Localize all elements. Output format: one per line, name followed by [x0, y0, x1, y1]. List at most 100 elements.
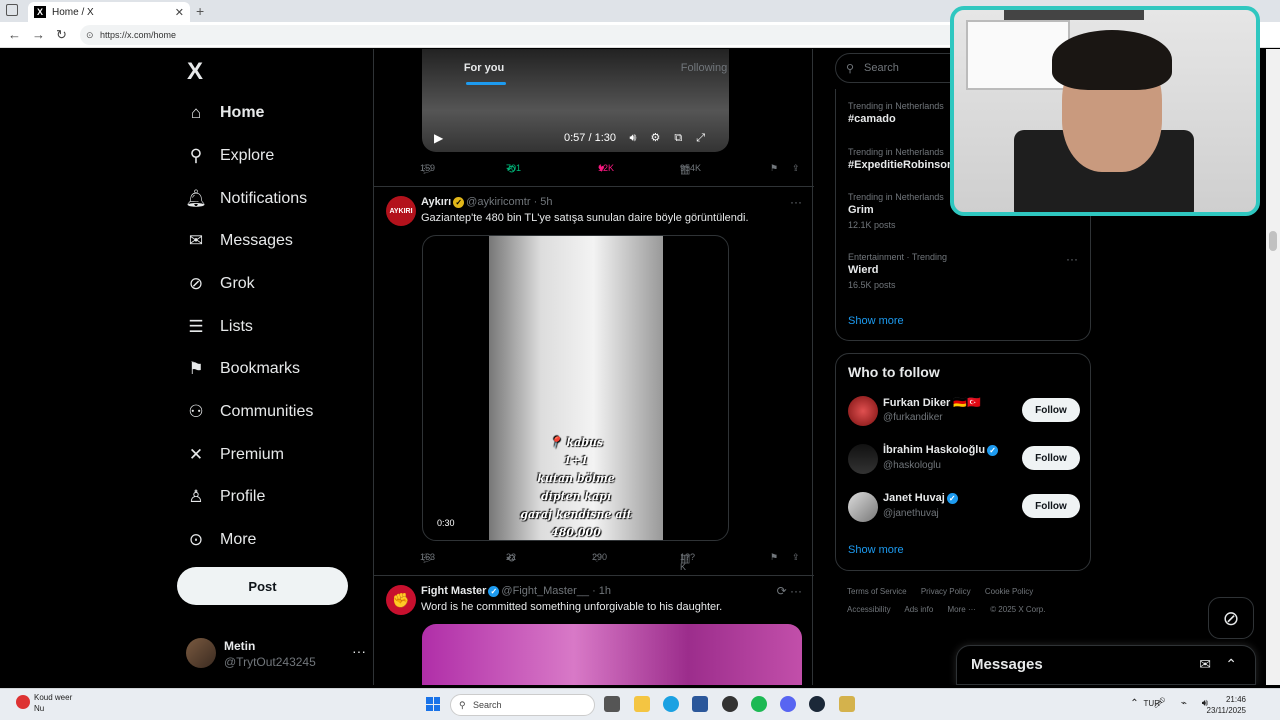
page-scrollbar[interactable] [1266, 49, 1280, 685]
video-time: 0:57 / 1:30 [564, 132, 616, 144]
video-controls: ▶ 0:57 / 1:30 🔊︎⚙⧉⤢ [422, 124, 729, 152]
weather-sub: Nu [34, 704, 45, 713]
more-dots-icon[interactable]: ··· [1066, 252, 1078, 266]
url-text: https://x.com/home [100, 30, 177, 40]
tweet-image[interactable] [422, 624, 802, 685]
search-icon: ⚲ [846, 62, 855, 75]
forward-icon[interactable]: → [32, 27, 45, 42]
trend-posts: 12.1K posts [848, 220, 896, 230]
back-icon[interactable]: ← [8, 27, 21, 42]
follow-button[interactable]: Follow [1022, 446, 1080, 470]
play-icon[interactable]: ▶ [434, 131, 443, 145]
show-more-link[interactable]: Show more [848, 315, 904, 327]
nav-lists[interactable]: ☰ Lists [186, 311, 253, 343]
nav-profile[interactable]: ♙ Profile [186, 481, 265, 513]
tweet-author[interactable]: Aykırı ✓ @aykiricomtr · 5h [421, 196, 553, 208]
nav-more[interactable]: ⊙ More [186, 524, 257, 556]
more-dots-icon[interactable]: ··· [790, 195, 802, 209]
avatar[interactable]: ✊ [386, 585, 416, 615]
share-icon[interactable]: ⇪ [792, 552, 800, 563]
follow-suggestion[interactable]: İbrahim Haskoloğlu ✓ @haskologlu Follow [848, 442, 1080, 478]
footer-link[interactable]: Privacy Policy [921, 587, 971, 596]
follow-button[interactable]: Follow [1022, 494, 1080, 518]
post-button[interactable]: Post [177, 567, 348, 605]
store-icon[interactable] [692, 696, 708, 712]
video-control-icons[interactable]: 🔊︎⚙⧉⤢ [630, 131, 719, 145]
edge-icon[interactable] [663, 696, 679, 712]
nav-label: Bookmarks [220, 360, 301, 377]
new-tab-icon[interactable]: + [196, 3, 204, 19]
app-icon[interactable] [839, 696, 855, 712]
tab-following[interactable]: Following [594, 49, 814, 87]
footer-link[interactable]: More ··· [948, 605, 976, 614]
spotify-icon[interactable] [751, 696, 767, 712]
avatar[interactable]: AYKIRI [386, 196, 416, 226]
nav-grok[interactable]: ⊘ Grok [186, 268, 255, 300]
close-tab-icon[interactable]: ✕ [175, 6, 184, 19]
nav-notifications[interactable]: 🔔︎ Notifications [185, 183, 307, 215]
app-icon[interactable] [722, 696, 738, 712]
tweet-author[interactable]: Fight Master ✓ @Fight_Master__ · 1h [421, 585, 611, 597]
panel-title: Who to follow [848, 364, 940, 380]
nav-premium[interactable]: ✕ Premium [186, 439, 284, 471]
caption-line: dipten kapı [540, 490, 612, 503]
tab-title: Home / X [52, 6, 94, 18]
nav-label: Profile [220, 488, 266, 505]
new-message-icon[interactable]: ✉ [1199, 656, 1211, 673]
window-menu-icon[interactable] [6, 4, 18, 16]
share-icon[interactable]: ⇪ [792, 163, 800, 174]
nav-home[interactable]: ⌂ Home [186, 97, 265, 129]
tweet-time: · 5h [533, 196, 553, 208]
reply-count: 163 [420, 552, 436, 562]
weather-widget[interactable]: Koud weer Nu [16, 692, 72, 714]
task-view-icon[interactable] [604, 696, 620, 712]
nav-messages[interactable]: ✉ Messages [186, 225, 293, 257]
bookmark-icon[interactable]: ⚑ [770, 163, 778, 174]
nav-label: Lists [220, 318, 253, 335]
tab-for-you[interactable]: For you [374, 49, 594, 87]
trend-posts: 16.5K posts [848, 280, 896, 290]
follow-button[interactable]: Follow [1022, 398, 1080, 422]
nav-bookmarks[interactable]: ⚑ Bookmarks [186, 353, 300, 385]
messages-drawer[interactable]: Messages ✉ ⌃ [956, 645, 1256, 685]
footer-link[interactable]: Cookie Policy [985, 587, 1033, 596]
reload-icon[interactable]: ↻ [56, 27, 67, 43]
footer-link[interactable]: Terms of Service [847, 587, 907, 596]
bookmark-icon[interactable]: ⚑ [770, 552, 778, 563]
repost-count: 22 [506, 552, 517, 562]
author-name: Fight Master [421, 585, 487, 597]
show-more-link[interactable]: Show more [848, 544, 904, 556]
site-info-icon[interactable]: ⊙ [86, 30, 94, 41]
system-tray-icons[interactable]: ⌃ 🎤︎ ⌁ 🔊︎ [1130, 698, 1214, 709]
scroll-thumb[interactable] [1269, 231, 1277, 251]
steam-icon[interactable] [809, 696, 825, 712]
search-icon: ⚲ [189, 146, 203, 165]
expand-icon[interactable]: ⌃ [1225, 656, 1237, 673]
account-switcher[interactable]: Metin @TrytOut243245 ··· [186, 637, 366, 671]
file-explorer-icon[interactable] [634, 696, 650, 712]
discord-icon[interactable] [780, 696, 796, 712]
webcam-overlay [950, 6, 1260, 216]
follow-suggestion[interactable]: Janet Huvaj ✓ @janethuvaj Follow [848, 490, 1080, 526]
webcam-person [1052, 30, 1172, 90]
nav-communities[interactable]: ⚇ Communities [186, 396, 313, 428]
more-dots-icon[interactable]: ⟳ ··· [777, 584, 802, 598]
video-duration: 0:30 [437, 518, 455, 528]
list-icon: ☰ [188, 317, 204, 336]
grok-button[interactable]: ⊘ [1208, 597, 1254, 639]
suggestion-name: Janet Huvaj ✓ [883, 492, 960, 504]
start-icon[interactable] [426, 697, 440, 711]
tweet-video[interactable]: 📍 kabus 1+1 kutan bölme dipten kapı gara… [422, 235, 729, 541]
footer-link[interactable]: Ads info [904, 605, 933, 614]
address-bar[interactable]: ⊙ https://x.com/home [80, 25, 960, 45]
x-logo-icon[interactable]: X [187, 58, 203, 86]
nav-explore[interactable]: ⚲ Explore [186, 140, 274, 172]
browser-tab[interactable]: X Home / X ✕ [28, 2, 190, 22]
trend-item[interactable]: Entertainment · Trending Wierd 16.5K pos… [848, 252, 1078, 290]
footer-link[interactable]: Accessibility [847, 605, 891, 614]
clock[interactable]: 21:46 23/11/2025 [1207, 694, 1246, 716]
taskbar-search[interactable]: ⚲ Search [450, 694, 595, 716]
bell-icon: 🔔︎ [185, 189, 207, 208]
follow-suggestion[interactable]: Furkan Diker 🇩🇪🇹🇷 @furkandiker Follow [848, 394, 1080, 430]
reply-count: 159 [420, 163, 436, 173]
